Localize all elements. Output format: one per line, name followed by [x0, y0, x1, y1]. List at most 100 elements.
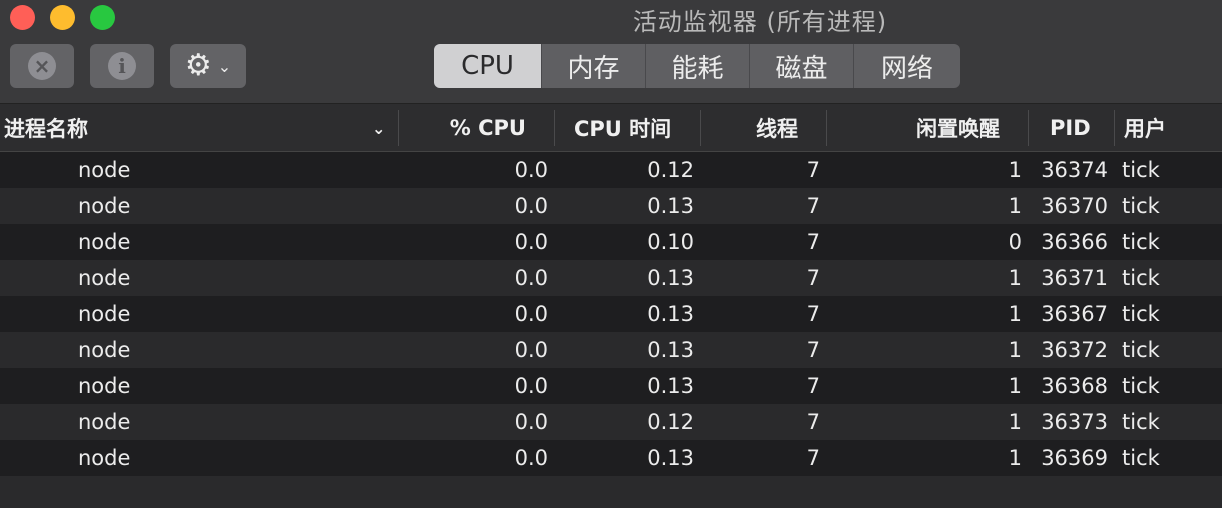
cell-cpu-time: 0.13 — [647, 266, 694, 290]
cell-cpu-time: 0.13 — [647, 302, 694, 326]
tab-energy[interactable]: 能耗 — [646, 44, 750, 88]
cell-idle-wakeups: 1 — [1008, 266, 1022, 290]
cell-pid: 36370 — [1041, 194, 1108, 218]
cell-cpu: 0.0 — [514, 410, 548, 434]
cell-pid: 36371 — [1041, 266, 1108, 290]
cell-cpu: 0.0 — [514, 230, 548, 254]
cell-threads: 7 — [806, 374, 820, 398]
tab-memory[interactable]: 内存 — [542, 44, 646, 88]
table-row[interactable]: node 0.0 0.13 7 1 36371 tick — [0, 260, 1222, 296]
cell-idle-wakeups: 1 — [1008, 302, 1022, 326]
cell-process-name: node — [78, 410, 131, 434]
tab-disk[interactable]: 磁盘 — [750, 44, 854, 88]
cell-cpu-time: 0.13 — [647, 194, 694, 218]
cell-user: tick — [1122, 410, 1160, 434]
cell-process-name: node — [78, 158, 131, 182]
cell-user: tick — [1122, 230, 1160, 254]
chevron-down-icon: ⌄ — [217, 56, 232, 76]
column-header-threads[interactable]: 线程 — [702, 104, 798, 152]
cell-threads: 7 — [806, 446, 820, 470]
cell-pid: 36373 — [1041, 410, 1108, 434]
cell-user: tick — [1122, 446, 1160, 470]
window-toolbar: 活动监视器 (所有进程) × i ⚙ ⌄ CPU 内存 能耗 磁盘 网络 — [0, 0, 1222, 104]
close-window-button[interactable] — [10, 5, 35, 30]
cell-user: tick — [1122, 266, 1160, 290]
table-empty-area — [0, 476, 1222, 508]
inspect-process-button[interactable]: i — [90, 44, 154, 88]
cell-pid: 36367 — [1041, 302, 1108, 326]
cell-idle-wakeups: 1 — [1008, 158, 1022, 182]
cell-pid: 36368 — [1041, 374, 1108, 398]
cell-pid: 36372 — [1041, 338, 1108, 362]
cell-cpu-time: 0.13 — [647, 338, 694, 362]
cell-user: tick — [1122, 158, 1160, 182]
table-row[interactable]: node 0.0 0.13 7 1 36370 tick — [0, 188, 1222, 224]
stop-icon: × — [28, 52, 56, 80]
cell-process-name: node — [78, 230, 131, 254]
cell-threads: 7 — [806, 266, 820, 290]
table-row[interactable]: node 0.0 0.12 7 1 36373 tick — [0, 404, 1222, 440]
cell-cpu-time: 0.13 — [647, 446, 694, 470]
table-row[interactable]: node 0.0 0.13 7 1 36368 tick — [0, 368, 1222, 404]
cell-cpu: 0.0 — [514, 266, 548, 290]
cell-cpu-time: 0.13 — [647, 374, 694, 398]
cell-process-name: node — [78, 374, 131, 398]
sort-chevron-icon[interactable]: ⌄ — [372, 104, 392, 152]
column-header-pid[interactable]: PID — [1050, 104, 1110, 152]
view-tabs: CPU 内存 能耗 磁盘 网络 — [434, 44, 960, 88]
zoom-window-button[interactable] — [90, 5, 115, 30]
cell-threads: 7 — [806, 410, 820, 434]
cell-idle-wakeups: 1 — [1008, 410, 1022, 434]
cell-cpu: 0.0 — [514, 446, 548, 470]
window-title: 活动监视器 (所有进程) — [632, 8, 888, 36]
tab-cpu[interactable]: CPU — [434, 44, 542, 88]
table-row[interactable]: node 0.0 0.12 7 1 36374 tick — [0, 152, 1222, 188]
cell-process-name: node — [78, 302, 131, 326]
cell-cpu: 0.0 — [514, 194, 548, 218]
actions-menu-button[interactable]: ⚙ ⌄ — [170, 44, 246, 88]
tab-network[interactable]: 网络 — [854, 44, 960, 88]
cell-cpu: 0.0 — [514, 302, 548, 326]
gear-icon: ⚙ — [184, 48, 212, 83]
cell-idle-wakeups: 0 — [1008, 230, 1022, 254]
cell-threads: 7 — [806, 158, 820, 182]
table-row[interactable]: node 0.0 0.13 7 1 36372 tick — [0, 332, 1222, 368]
cell-threads: 7 — [806, 194, 820, 218]
minimize-window-button[interactable] — [50, 5, 75, 30]
process-table: node 0.0 0.12 7 1 36374 tick node 0.0 0.13 7 1 36370… — [0, 152, 1222, 476]
cell-threads: 7 — [806, 230, 820, 254]
column-header-user[interactable]: 用户 — [1124, 104, 1214, 152]
cell-cpu-time: 0.10 — [647, 230, 694, 254]
cell-cpu: 0.0 — [514, 374, 548, 398]
cell-threads: 7 — [806, 302, 820, 326]
column-header-name[interactable]: 进程名称 — [4, 104, 374, 152]
cell-pid: 36366 — [1041, 230, 1108, 254]
cell-process-name: node — [78, 194, 131, 218]
column-header-cpu-time[interactable]: CPU 时间 — [574, 104, 694, 152]
cell-user: tick — [1122, 338, 1160, 362]
cell-threads: 7 — [806, 338, 820, 362]
cell-process-name: node — [78, 446, 131, 470]
table-row[interactable]: node 0.0 0.13 7 1 36367 tick — [0, 296, 1222, 332]
cell-cpu: 0.0 — [514, 158, 548, 182]
cell-pid: 36369 — [1041, 446, 1108, 470]
cell-idle-wakeups: 1 — [1008, 194, 1022, 218]
cell-user: tick — [1122, 374, 1160, 398]
info-icon: i — [108, 52, 136, 80]
column-header-cpu[interactable]: % CPU — [400, 104, 526, 152]
cell-idle-wakeups: 1 — [1008, 374, 1022, 398]
cell-user: tick — [1122, 302, 1160, 326]
cell-process-name: node — [78, 338, 131, 362]
table-header: 进程名称 ⌄ % CPU CPU 时间 线程 闲置唤醒 PID 用户 — [0, 104, 1222, 152]
cell-cpu-time: 0.12 — [647, 410, 694, 434]
cell-user: tick — [1122, 194, 1160, 218]
cell-idle-wakeups: 1 — [1008, 446, 1022, 470]
table-row[interactable]: node 0.0 0.13 7 1 36369 tick — [0, 440, 1222, 476]
column-header-idle-wakeups[interactable]: 闲置唤醒 — [828, 104, 1000, 152]
cell-pid: 36374 — [1041, 158, 1108, 182]
table-row[interactable]: node 0.0 0.10 7 0 36366 tick — [0, 224, 1222, 260]
quit-process-button[interactable]: × — [10, 44, 74, 88]
cell-process-name: node — [78, 266, 131, 290]
cell-cpu-time: 0.12 — [647, 158, 694, 182]
cell-cpu: 0.0 — [514, 338, 548, 362]
